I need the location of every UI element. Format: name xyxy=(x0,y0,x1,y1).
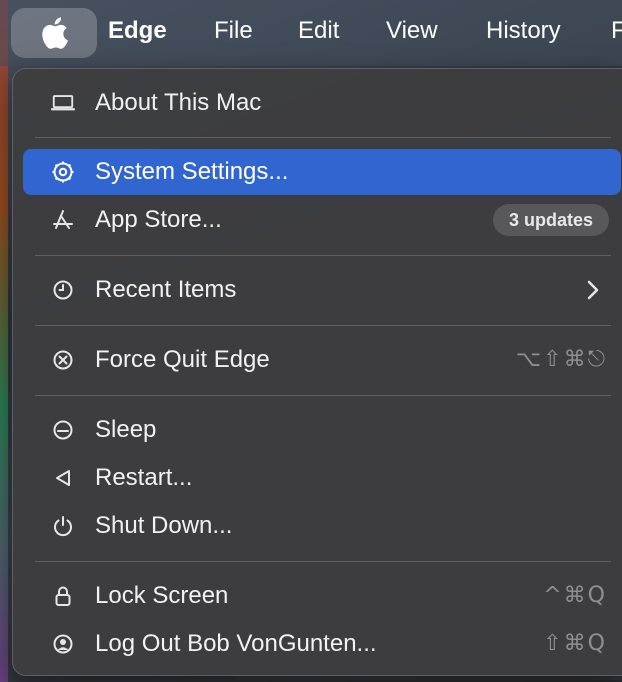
menu-separator xyxy=(35,325,611,326)
menu-item-shut-down[interactable]: Shut Down... xyxy=(23,503,621,549)
menu-item-label: Restart... xyxy=(95,464,193,491)
menu-item-label: About This Mac xyxy=(95,89,262,116)
menu-item-recent-items[interactable]: Recent Items xyxy=(23,267,621,313)
keyboard-shortcut: ⇧⌘Q xyxy=(543,631,607,656)
menu-item-system-settings[interactable]: System Settings... xyxy=(23,149,621,195)
menu-item-restart[interactable]: Restart... xyxy=(23,455,621,501)
menu-item-force-quit[interactable]: Force Quit Edge ⌥⇧⌘⎋ xyxy=(23,337,621,383)
chevron-right-icon xyxy=(587,280,599,305)
keyboard-shortcut: ^⌘Q xyxy=(543,583,607,608)
menubar-item-history[interactable]: History xyxy=(486,17,561,45)
apple-menu-button[interactable] xyxy=(11,8,97,58)
menu-item-log-out[interactable]: Log Out Bob VonGunten... ⇧⌘Q xyxy=(23,621,621,667)
app-store-icon xyxy=(51,209,75,231)
menu-item-label: System Settings... xyxy=(95,158,289,185)
menu-item-label: Sleep xyxy=(95,416,157,443)
gear-icon xyxy=(51,161,75,183)
menu-item-label: Recent Items xyxy=(95,276,237,303)
updates-badge: 3 updates xyxy=(492,204,609,236)
clock-icon xyxy=(51,279,75,301)
background-app-stripe xyxy=(0,0,8,682)
menu-separator xyxy=(35,137,611,138)
menubar-item-file[interactable]: File xyxy=(214,17,253,45)
restart-icon xyxy=(51,467,75,489)
force-quit-icon xyxy=(51,349,75,371)
menu-bar: Edge File Edit View History F xyxy=(0,0,622,66)
menu-separator xyxy=(35,255,611,256)
laptop-icon xyxy=(51,92,75,114)
menu-item-label: App Store... xyxy=(95,206,222,233)
menu-item-label: Lock Screen xyxy=(95,582,229,609)
menu-item-label: Force Quit Edge xyxy=(95,346,270,373)
menu-item-lock-screen[interactable]: Lock Screen ^⌘Q xyxy=(23,573,621,619)
menubar-item-edit[interactable]: Edit xyxy=(298,17,339,45)
menubar-item-view[interactable]: View xyxy=(386,17,438,45)
menubar-item-edge[interactable]: Edge xyxy=(108,17,167,45)
lock-icon xyxy=(51,585,75,607)
sleep-icon xyxy=(51,419,75,441)
apple-dropdown-menu: About This Mac System Settings... App St… xyxy=(12,68,622,676)
menu-item-app-store[interactable]: App Store... 3 updates xyxy=(23,197,621,243)
power-icon xyxy=(51,515,75,537)
apple-logo-icon xyxy=(42,17,68,49)
user-icon xyxy=(51,633,75,655)
menu-separator xyxy=(35,395,611,396)
menu-item-label: Log Out Bob VonGunten... xyxy=(95,630,377,657)
keyboard-shortcut: ⌥⇧⌘⎋ xyxy=(515,347,607,372)
menu-item-sleep[interactable]: Sleep xyxy=(23,407,621,453)
menubar-item-truncated[interactable]: F xyxy=(611,17,622,45)
menu-item-about-this-mac[interactable]: About This Mac xyxy=(23,80,621,126)
menu-item-label: Shut Down... xyxy=(95,512,233,539)
menu-separator xyxy=(35,561,611,562)
